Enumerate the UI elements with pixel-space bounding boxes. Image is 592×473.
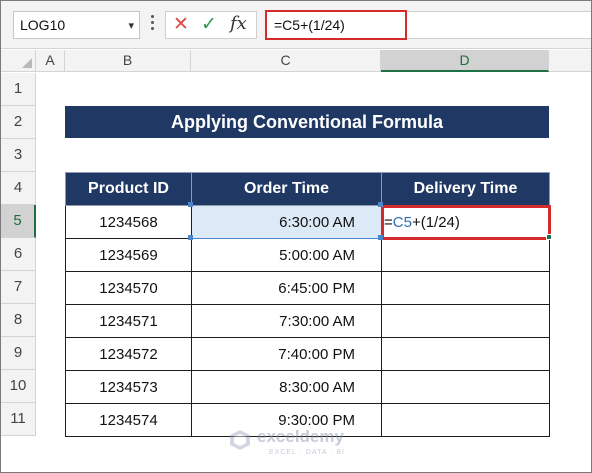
select-all-corner[interactable] <box>1 50 36 72</box>
row-header-11[interactable]: 11 <box>1 403 36 436</box>
table-row: 1234571 7:30:00 AM <box>65 304 550 338</box>
product-id-cell[interactable]: 1234569 <box>65 238 192 272</box>
product-id-cell[interactable]: 1234574 <box>65 403 192 437</box>
table-row: 1234573 8:30:00 AM <box>65 370 550 404</box>
cancel-icon[interactable]: ✕ <box>173 15 189 35</box>
product-id-cell[interactable]: 1234571 <box>65 304 192 338</box>
table-header-row: Product ID Order Time Delivery Time <box>65 172 550 206</box>
row-header-5[interactable]: 5 <box>1 205 36 238</box>
table-row: 1234569 5:00:00 AM <box>65 238 550 272</box>
delivery-time-cell[interactable] <box>381 370 550 404</box>
delivery-time-cell[interactable] <box>381 304 550 338</box>
table-row: 1234572 7:40:00 PM <box>65 337 550 371</box>
data-table: Product ID Order Time Delivery Time 1234… <box>65 172 551 437</box>
row-header-3[interactable]: 3 <box>1 139 36 172</box>
row-header-8[interactable]: 8 <box>1 304 36 337</box>
delivery-time-cell[interactable] <box>381 403 550 437</box>
row-header-10[interactable]: 10 <box>1 370 36 403</box>
name-box[interactable]: LOG10 ▾ <box>13 11 140 39</box>
order-time-cell[interactable]: 6:45:00 PM <box>191 271 382 305</box>
order-time-cell[interactable]: 8:30:00 AM <box>191 370 382 404</box>
row-header-1[interactable]: 1 <box>1 73 36 106</box>
product-id-cell[interactable]: 1234573 <box>65 370 192 404</box>
range-corner-marker[interactable] <box>378 202 383 207</box>
range-corner-marker[interactable] <box>188 235 193 240</box>
row-header-2[interactable]: 2 <box>1 106 36 139</box>
excel-window: LOG10 ▾ ✕ ✓ fx =C5+(1/24) A B C D 1 2 3 … <box>0 0 592 473</box>
more-options-icon[interactable] <box>149 13 155 35</box>
order-time-cell[interactable]: 7:30:00 AM <box>191 304 382 338</box>
name-box-value: LOG10 <box>20 17 66 33</box>
column-header-d[interactable]: D <box>381 50 549 72</box>
formula-bar: LOG10 ▾ ✕ ✓ fx =C5+(1/24) <box>1 1 591 49</box>
header-delivery-time[interactable]: Delivery Time <box>381 172 550 206</box>
watermark-tagline: EXCEL · DATA · BI <box>269 449 345 456</box>
formula-controls: ✕ ✓ fx <box>165 11 257 39</box>
column-header-a[interactable]: A <box>36 50 65 72</box>
fill-handle[interactable] <box>546 234 552 240</box>
formula-input[interactable]: =C5+(1/24) <box>265 10 407 40</box>
range-corner-marker[interactable] <box>188 202 193 207</box>
delivery-time-cell-editing[interactable]: =C5+(1/24) <box>380 204 551 240</box>
formula-equals: = <box>384 213 393 231</box>
table-row: 1234568 6:30:00 AM =C5+(1/24) <box>65 204 551 240</box>
order-time-cell-selected[interactable]: 6:30:00 AM <box>191 205 382 239</box>
watermark: exceldemy EXCEL · DATA · BI <box>229 426 379 460</box>
column-header-b[interactable]: B <box>65 50 191 72</box>
row-header-9[interactable]: 9 <box>1 337 36 370</box>
formula-reference: C5 <box>392 213 412 231</box>
product-id-cell[interactable]: 1234572 <box>65 337 192 371</box>
chevron-down-icon[interactable]: ▾ <box>128 13 134 39</box>
delivery-time-cell[interactable] <box>381 271 550 305</box>
column-header-c[interactable]: C <box>191 50 381 72</box>
watermark-name: exceldemy <box>257 427 344 446</box>
row-header-4[interactable]: 4 <box>1 172 36 205</box>
table-row: 1234570 6:45:00 PM <box>65 271 550 305</box>
header-order-time[interactable]: Order Time <box>191 172 382 206</box>
product-id-cell[interactable]: 1234568 <box>65 205 192 239</box>
row-header-6[interactable]: 6 <box>1 238 36 271</box>
range-corner-marker[interactable] <box>378 235 383 240</box>
column-header-empty[interactable] <box>549 50 591 72</box>
delivery-time-cell[interactable] <box>381 337 550 371</box>
header-product-id[interactable]: Product ID <box>65 172 192 206</box>
sheet-title-banner[interactable]: Applying Conventional Formula <box>65 106 549 138</box>
enter-icon[interactable]: ✓ <box>201 15 217 35</box>
product-id-cell[interactable]: 1234570 <box>65 271 192 305</box>
formula-remainder: +(1/24) <box>411 213 460 231</box>
formula-input-extension[interactable] <box>407 11 591 39</box>
delivery-time-cell[interactable] <box>381 238 550 272</box>
order-time-cell[interactable]: 5:00:00 AM <box>191 238 382 272</box>
insert-function-icon[interactable]: fx <box>230 14 247 34</box>
row-header-7[interactable]: 7 <box>1 271 36 304</box>
exceldemy-logo-icon <box>230 430 250 450</box>
order-time-cell[interactable]: 7:40:00 PM <box>191 337 382 371</box>
